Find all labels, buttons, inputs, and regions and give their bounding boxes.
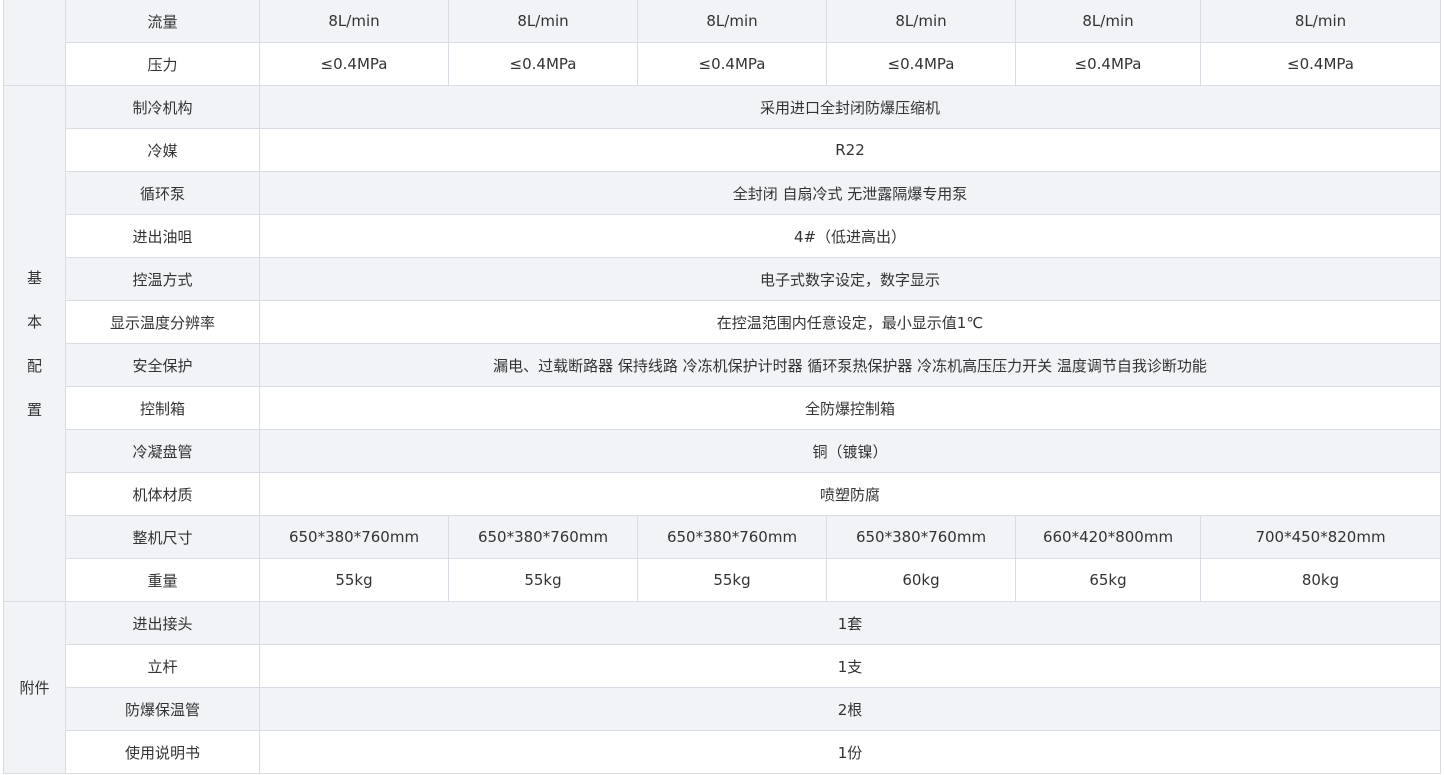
spec-row: 冷凝盘管 铜（镀镍）	[4, 429, 1441, 473]
row-label: 进出油咀	[65, 214, 260, 258]
row-label: 显示温度分辨率	[65, 300, 260, 344]
spec-row: 控制箱 全防爆控制箱	[4, 386, 1441, 430]
value-cell: ≤0.4MPa	[259, 42, 449, 86]
row-label: 整机尺寸	[65, 515, 260, 559]
value-cell: 4#（低进高出）	[259, 214, 1441, 258]
value-cell: 在控温范围内任意设定，最小显示值1℃	[259, 300, 1441, 344]
spec-row-dimensions: 整机尺寸 650*380*760mm 650*380*760mm 650*380…	[4, 515, 1441, 559]
row-label: 立杆	[65, 644, 260, 688]
value-cell: 1套	[259, 601, 1441, 645]
row-label: 冷媒	[65, 128, 260, 172]
value-cell: 8L/min	[826, 0, 1016, 43]
value-cell: 全封闭 自扇冷式 无泄露隔爆专用泵	[259, 171, 1441, 215]
spec-row: 循环泵 全封闭 自扇冷式 无泄露隔爆专用泵	[4, 171, 1441, 215]
row-label: 制冷机构	[65, 85, 260, 129]
value-cell: ≤0.4MPa	[1200, 42, 1441, 86]
group-label-basic-config: 基 本 配 置	[3, 85, 66, 602]
value-cell: 8L/min	[1200, 0, 1441, 43]
row-label: 进出接头	[65, 601, 260, 645]
value-cell: 8L/min	[1015, 0, 1201, 43]
value-cell: 55kg	[637, 558, 827, 602]
value-cell: 650*380*760mm	[637, 515, 827, 559]
spec-row: 使用说明书 1份	[4, 730, 1441, 774]
row-label: 重量	[65, 558, 260, 602]
spec-row: 冷媒 R22	[4, 128, 1441, 172]
value-cell: 采用进口全封闭防爆压缩机	[259, 85, 1441, 129]
spec-row: 机体材质 喷塑防腐	[4, 472, 1441, 516]
value-cell: 1支	[259, 644, 1441, 688]
row-label: 控温方式	[65, 257, 260, 301]
row-label: 机体材质	[65, 472, 260, 516]
value-cell: 55kg	[259, 558, 449, 602]
value-cell: 650*380*760mm	[259, 515, 449, 559]
group-label-accessories: 附件	[3, 601, 66, 774]
value-cell: 650*380*760mm	[826, 515, 1016, 559]
value-cell: 660*420*800mm	[1015, 515, 1201, 559]
value-cell: 全防爆控制箱	[259, 386, 1441, 430]
spec-row-flow: 流量 8L/min 8L/min 8L/min 8L/min 8L/min 8L…	[3, 0, 1441, 86]
value-cell: 700*450*820mm	[1200, 515, 1441, 559]
value-cell: 650*380*760mm	[448, 515, 638, 559]
value-cell: ≤0.4MPa	[637, 42, 827, 86]
value-cell: 65kg	[1015, 558, 1201, 602]
value-cell: 2根	[259, 687, 1441, 731]
value-cell: 1份	[259, 730, 1441, 774]
spec-row: 防爆保温管 2根	[4, 687, 1441, 731]
row-label: 安全保护	[65, 343, 260, 387]
spec-row: 立杆 1支	[4, 644, 1441, 688]
value-cell: 8L/min	[637, 0, 827, 43]
row-label: 防爆保温管	[65, 687, 260, 731]
spec-row: 显示温度分辨率 在控温范围内任意设定，最小显示值1℃	[4, 300, 1441, 344]
value-cell: R22	[259, 128, 1441, 172]
row-label: 循环泵	[65, 171, 260, 215]
group-cell-top	[3, 0, 66, 86]
spec-row: 基 本 配 置 制冷机构 采用进口全封闭防爆压缩机	[3, 85, 1441, 602]
value-cell: 55kg	[448, 558, 638, 602]
value-cell: ≤0.4MPa	[448, 42, 638, 86]
spec-row: 控温方式 电子式数字设定，数字显示	[4, 257, 1441, 301]
value-cell: ≤0.4MPa	[826, 42, 1016, 86]
value-cell: 60kg	[826, 558, 1016, 602]
value-cell: 铜（镀镍）	[259, 429, 1441, 473]
spec-table: 流量 8L/min 8L/min 8L/min 8L/min 8L/min 8L…	[3, 0, 1441, 774]
row-label: 流量	[65, 0, 260, 43]
spec-row: 安全保护 漏电、过载断路器 保持线路 冷冻机保护计时器 循环泵热保护器 冷冻机高…	[4, 343, 1441, 387]
spec-row: 进出油咀 4#（低进高出）	[4, 214, 1441, 258]
value-cell: 喷塑防腐	[259, 472, 1441, 516]
row-label: 控制箱	[65, 386, 260, 430]
value-cell: 漏电、过载断路器 保持线路 冷冻机保护计时器 循环泵热保护器 冷冻机高压压力开关…	[259, 343, 1441, 387]
spec-row-weight: 重量 55kg 55kg 55kg 60kg 65kg 80kg	[4, 558, 1441, 602]
row-label: 冷凝盘管	[65, 429, 260, 473]
value-cell: 8L/min	[259, 0, 449, 43]
spec-row-pressure: 压力 ≤0.4MPa ≤0.4MPa ≤0.4MPa ≤0.4MPa ≤0.4M…	[4, 42, 1441, 86]
value-cell: 电子式数字设定，数字显示	[259, 257, 1441, 301]
value-cell: 8L/min	[448, 0, 638, 43]
value-cell: ≤0.4MPa	[1015, 42, 1201, 86]
row-label: 使用说明书	[65, 730, 260, 774]
row-label: 压力	[65, 42, 260, 86]
spec-row: 附件 进出接头 1套	[3, 601, 1441, 774]
value-cell: 80kg	[1200, 558, 1441, 602]
